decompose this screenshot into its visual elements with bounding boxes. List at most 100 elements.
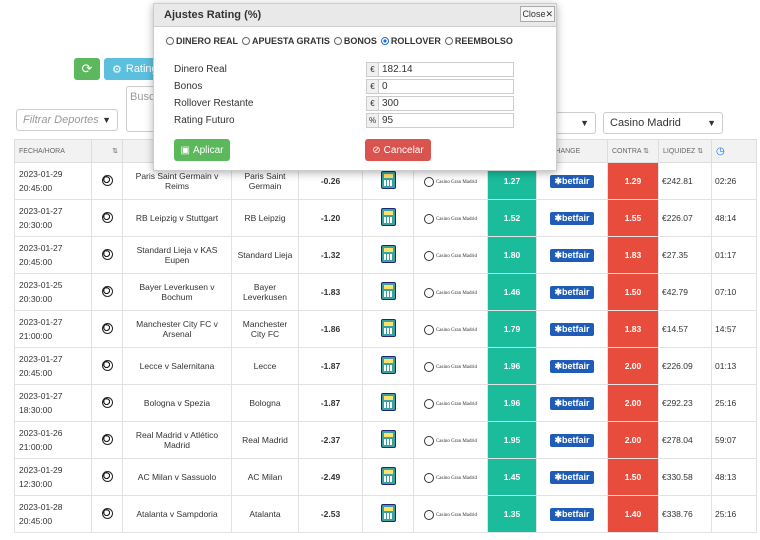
row-lay-odds[interactable]: 2.00 bbox=[607, 384, 659, 422]
row-back-odds[interactable]: 1.96 bbox=[487, 384, 537, 422]
table-row[interactable]: 2023-01-26 21:00:00 Real Madrid v Atlético… bbox=[14, 421, 757, 459]
exchange-cell[interactable]: ✱betfair bbox=[536, 273, 608, 311]
cancel-button[interactable]: ⊘ Cancelar bbox=[365, 139, 431, 161]
calculator-icon[interactable] bbox=[380, 504, 396, 522]
radio-option[interactable]: BONOS bbox=[333, 36, 377, 46]
exchange-cell[interactable]: ✱betfair bbox=[536, 458, 608, 496]
calculator-cell[interactable] bbox=[362, 310, 414, 348]
calculator-icon[interactable] bbox=[380, 208, 396, 226]
refresh-button[interactable]: ⟳ bbox=[74, 58, 100, 80]
sport-cell bbox=[91, 495, 123, 533]
calculator-cell[interactable] bbox=[362, 273, 414, 311]
col-time[interactable]: ◷ bbox=[711, 139, 757, 163]
col-liquidity[interactable]: LIQUIDEZ ⇅ bbox=[658, 139, 712, 163]
calculator-cell[interactable] bbox=[362, 495, 414, 533]
casino-select[interactable]: Casino Madrid ▼ bbox=[603, 112, 723, 134]
table-row[interactable]: 2023-01-27 18:30:00 Bologna v Spezia Bologn… bbox=[14, 384, 757, 422]
row-back-odds[interactable]: 1.95 bbox=[487, 421, 537, 459]
col-sport[interactable]: ⇅ bbox=[91, 139, 123, 163]
row-event[interactable]: AC Milan v Sassuolo bbox=[122, 458, 232, 496]
close-button[interactable]: Close✕ bbox=[520, 6, 555, 22]
calculator-cell[interactable] bbox=[362, 199, 414, 237]
row-back-odds[interactable]: 1.35 bbox=[487, 495, 537, 533]
row-back-odds[interactable]: 1.46 bbox=[487, 273, 537, 311]
table-row[interactable]: 2023-01-27 20:30:00 RB Leipzig v Stuttgart… bbox=[14, 199, 757, 237]
row-event[interactable]: Lecce v Salernitana bbox=[122, 347, 232, 385]
row-back-odds[interactable]: 1.80 bbox=[487, 236, 537, 274]
exchange-cell[interactable]: ✱betfair bbox=[536, 384, 608, 422]
row-event[interactable]: RB Leipzig v Stuttgart bbox=[122, 199, 232, 237]
radio-option[interactable]: REEMBOLSO bbox=[444, 36, 513, 46]
table-row[interactable]: 2023-01-27 20:45:00 Standard Lieja v KAS E… bbox=[14, 236, 757, 274]
casino-logo-text: Casino Gran Madrid bbox=[435, 402, 478, 408]
col-lay[interactable]: CONTRA ⇅ bbox=[607, 139, 659, 163]
radio-dot[interactable] bbox=[242, 37, 251, 45]
exchange-cell[interactable]: ✱betfair bbox=[536, 495, 608, 533]
exchange-cell[interactable]: ✱betfair bbox=[536, 421, 608, 459]
row-event[interactable]: Real Madrid v Atlético Madrid bbox=[122, 421, 232, 459]
calculator-icon[interactable] bbox=[380, 430, 396, 448]
calculator-icon[interactable] bbox=[380, 467, 396, 485]
row-event[interactable]: Bayer Leverkusen v Bochum bbox=[122, 273, 232, 311]
field-input[interactable]: €300 bbox=[366, 96, 514, 111]
exchange-cell[interactable]: ✱betfair bbox=[536, 347, 608, 385]
radio-dot[interactable] bbox=[333, 37, 342, 45]
table-row[interactable]: 2023-01-27 20:45:00 Lecce v Salernitana Lec… bbox=[14, 347, 757, 385]
field-input[interactable]: % 95 bbox=[366, 113, 514, 128]
soccer-ball-icon bbox=[101, 433, 113, 445]
row-lay-odds[interactable]: 1.83 bbox=[607, 310, 659, 348]
table-row[interactable]: 2023-01-25 20:30:00 Bayer Leverkusen v Boc… bbox=[14, 273, 757, 311]
row-lay-odds[interactable]: 1.83 bbox=[607, 236, 659, 274]
row-lay-odds[interactable]: 1.29 bbox=[607, 162, 659, 200]
table-row[interactable]: 2023-01-27 21:00:00 Manchester City FC v A… bbox=[14, 310, 757, 348]
calculator-cell[interactable] bbox=[362, 421, 414, 459]
radio-option[interactable]: DINERO REAL bbox=[166, 36, 238, 46]
exchange-cell[interactable]: ✱betfair bbox=[536, 236, 608, 274]
row-lay-odds[interactable]: 1.50 bbox=[607, 458, 659, 496]
search-input[interactable]: Busca bbox=[126, 86, 156, 132]
row-event[interactable]: Bologna v Spezia bbox=[122, 384, 232, 422]
radio-option[interactable]: APUESTA GRATIS bbox=[242, 36, 330, 46]
row-back-odds[interactable]: 1.52 bbox=[487, 199, 537, 237]
row-lay-odds[interactable]: 1.55 bbox=[607, 199, 659, 237]
calculator-cell[interactable] bbox=[362, 384, 414, 422]
radio-label: DINERO REAL bbox=[176, 36, 239, 46]
calculator-icon[interactable] bbox=[380, 282, 396, 300]
radio-dot[interactable] bbox=[166, 37, 174, 45]
field-input[interactable]: €182.14 bbox=[366, 62, 514, 77]
calculator-cell[interactable] bbox=[362, 458, 414, 496]
exchange-cell[interactable]: ✱betfair bbox=[536, 199, 608, 237]
calculator-icon[interactable] bbox=[380, 245, 396, 263]
table-row[interactable]: 2023-01-29 12:30:00 AC Milan v Sassuolo AC … bbox=[14, 458, 757, 496]
row-rating: -2.49 bbox=[298, 458, 363, 496]
row-event[interactable]: Manchester City FC v Arsenal bbox=[122, 310, 232, 348]
col-date[interactable]: FECHA/HORA bbox=[14, 139, 92, 163]
row-lay-odds[interactable]: 1.50 bbox=[607, 273, 659, 311]
calculator-icon[interactable] bbox=[380, 319, 396, 337]
row-lay-odds[interactable]: 2.00 bbox=[607, 421, 659, 459]
casino-logo-text: Casino Gran Madrid bbox=[435, 476, 478, 482]
calculator-icon[interactable] bbox=[380, 356, 396, 374]
row-back-odds[interactable]: 1.96 bbox=[487, 347, 537, 385]
row-event[interactable]: Standard Lieja v KAS Eupen bbox=[122, 236, 232, 274]
row-selection: RB Leipzig bbox=[231, 199, 299, 237]
calculator-icon[interactable] bbox=[380, 171, 396, 189]
field-input[interactable]: €0 bbox=[366, 79, 514, 94]
table-row[interactable]: 2023-01-28 20:45:00 Atalanta v Sampdoria At… bbox=[14, 495, 757, 533]
radio-dot[interactable] bbox=[444, 37, 453, 45]
calculator-icon[interactable] bbox=[380, 393, 396, 411]
casino-logo: Casino Gran Madrid bbox=[423, 176, 477, 187]
row-back-odds[interactable]: 1.79 bbox=[487, 310, 537, 348]
calculator-cell[interactable] bbox=[362, 347, 414, 385]
apply-button[interactable]: ▣ Aplicar bbox=[174, 139, 230, 161]
radio-option[interactable]: ROLLOVER bbox=[380, 36, 441, 46]
calculator-cell[interactable] bbox=[362, 236, 414, 274]
row-lay-odds[interactable]: 1.40 bbox=[607, 495, 659, 533]
betfair-logo: ✱betfair bbox=[550, 174, 594, 188]
radio-dot[interactable] bbox=[380, 37, 389, 45]
row-back-odds[interactable]: 1.45 bbox=[487, 458, 537, 496]
row-lay-odds[interactable]: 2.00 bbox=[607, 347, 659, 385]
sports-filter[interactable]: Filtrar Deportes ▼ bbox=[16, 109, 118, 131]
row-event[interactable]: Atalanta v Sampdoria bbox=[122, 495, 232, 533]
exchange-cell[interactable]: ✱betfair bbox=[536, 310, 608, 348]
